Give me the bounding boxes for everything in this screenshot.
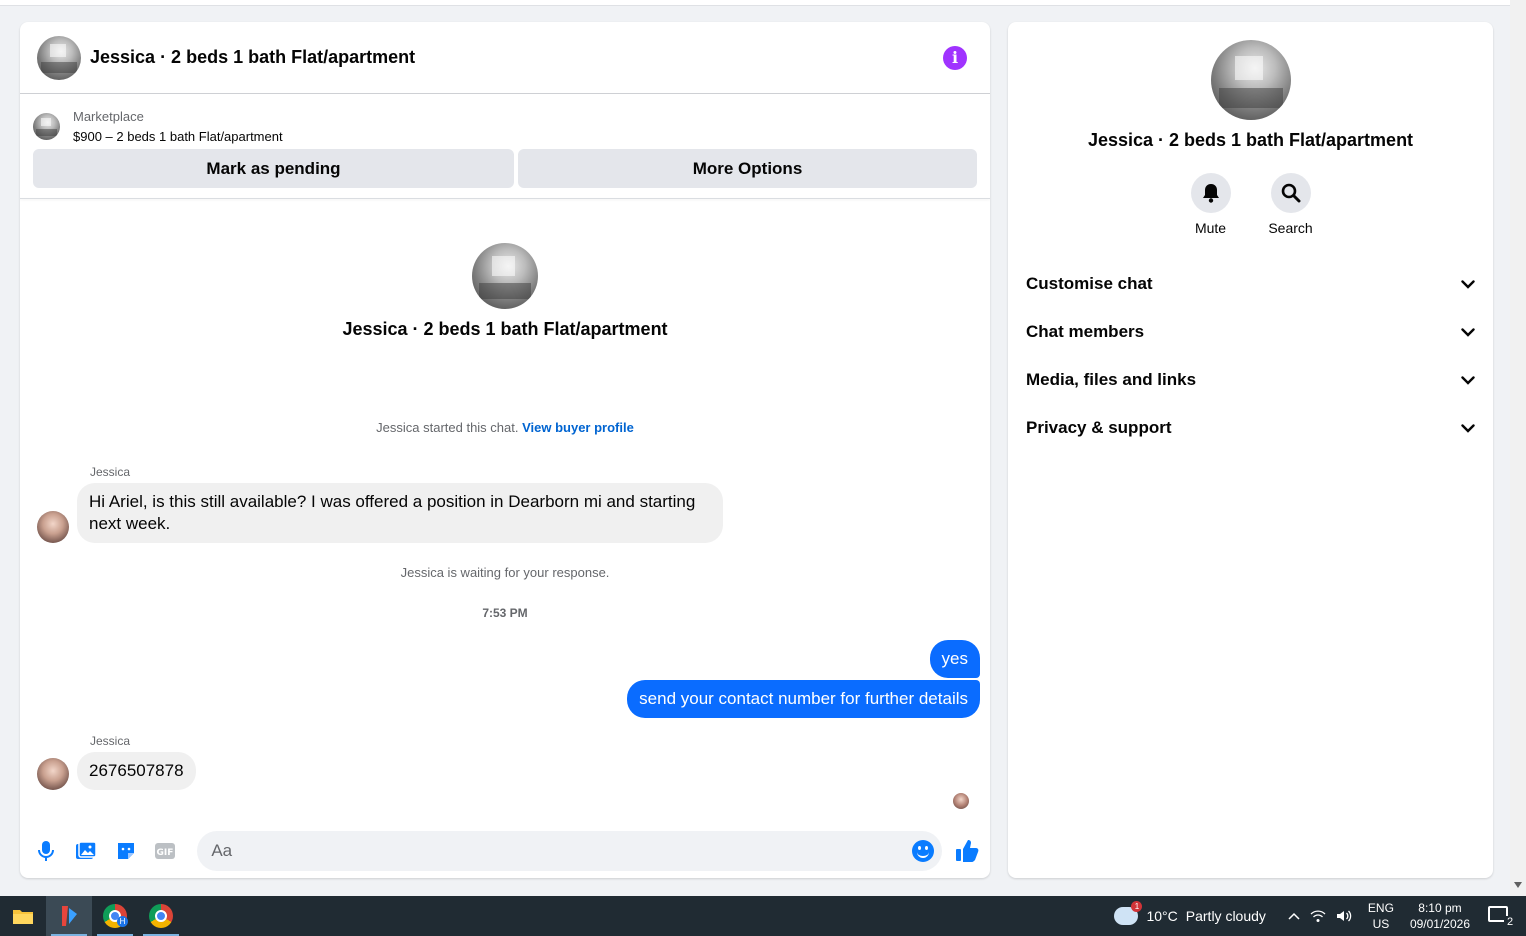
outgoing-message: send your contact number for further det… — [20, 680, 990, 718]
taskbar-app-active[interactable] — [46, 896, 92, 936]
tray-icons — [1288, 909, 1352, 923]
svg-text:GIF: GIF — [157, 848, 174, 858]
sender-avatar[interactable] — [37, 758, 69, 790]
lang-top: ENG — [1367, 901, 1394, 915]
sender-name: Jessica — [90, 734, 131, 748]
message-input[interactable]: Aa — [197, 831, 942, 871]
photo-icon[interactable] — [74, 839, 98, 863]
notification-center-icon[interactable]: 2 — [1488, 906, 1516, 928]
chevron-down-icon — [1461, 327, 1475, 337]
chat-header: Jessica · 2 beds 1 bath Flat/apartment i — [20, 22, 990, 94]
chat-started-notice: Jessica started this chat. View buyer pr… — [20, 420, 990, 435]
marketplace-listing-row[interactable]: Marketplace $900 – 2 beds 1 bath Flat/ap… — [20, 94, 990, 149]
message-composer: GIF Aa — [20, 824, 990, 878]
incoming-message: 2676507878 — [20, 752, 990, 790]
mute-label: Mute — [1194, 220, 1227, 236]
message-bubble-out[interactable]: yes — [929, 640, 980, 678]
search-button[interactable]: Search — [1268, 173, 1313, 236]
section-label: Media, files and links — [1026, 370, 1197, 389]
scroll-down-arrow[interactable] — [1514, 882, 1522, 888]
browser-top-edge — [0, 0, 1510, 6]
section-label: Customise chat — [1026, 274, 1153, 293]
file-explorer-icon[interactable] — [0, 896, 46, 936]
incoming-message: Hi Ariel, is this still available? I was… — [20, 483, 990, 543]
marketplace-label: Marketplace — [73, 109, 144, 124]
listing-thumbnail[interactable] — [33, 113, 60, 140]
view-buyer-profile-link[interactable]: View buyer profile — [522, 420, 634, 435]
mute-button[interactable]: Mute — [1190, 173, 1231, 236]
started-text: Jessica started this chat. — [376, 420, 523, 435]
page-scrollbar[interactable] — [1510, 0, 1526, 896]
chat-title[interactable]: Jessica · 2 beds 1 bath Flat/apartment — [90, 47, 415, 68]
weather-temp: 10°C — [1146, 908, 1178, 924]
bell-icon[interactable] — [1190, 173, 1231, 213]
section-privacy-support[interactable]: Privacy & support — [1008, 404, 1493, 452]
gif-icon[interactable]: GIF — [153, 839, 177, 863]
intro-avatar[interactable] — [472, 243, 538, 309]
weather-text: Partly cloudy — [1185, 908, 1266, 924]
mark-as-pending-button[interactable]: Mark as pending — [33, 149, 514, 188]
message-group-1: Jessica Hi Ariel, is this still availabl… — [20, 465, 990, 543]
weather-cloud-icon: 1 — [1114, 901, 1143, 925]
details-title: Jessica · 2 beds 1 bath Flat/apartment — [1087, 130, 1414, 150]
message-bubble-out[interactable]: send your contact number for further det… — [627, 680, 980, 718]
listing-summary[interactable]: $900 – 2 beds 1 bath Flat/apartment — [73, 129, 283, 144]
details-sections: Customise chat Chat members Media, files… — [1008, 260, 1493, 452]
volume-icon[interactable] — [1336, 909, 1352, 923]
chevron-down-icon — [1461, 423, 1475, 433]
details-avatar[interactable] — [1210, 40, 1291, 120]
message-bubble[interactable]: Hi Ariel, is this still available? I was… — [77, 483, 723, 543]
chevron-up-icon[interactable] — [1288, 912, 1300, 920]
details-actions: Mute Search — [1008, 173, 1493, 236]
seen-avatar — [953, 793, 969, 809]
app-logo-icon — [62, 906, 77, 926]
message-timestamp: 7:53 PM — [482, 606, 528, 620]
outgoing-message: yes — [20, 640, 990, 678]
search-icon[interactable] — [1270, 173, 1311, 213]
chevron-down-icon — [1461, 279, 1475, 289]
section-media-files-links[interactable]: Media, files and links — [1008, 356, 1493, 404]
system-tray: 1 10°C Partly cloudy ENG US 8:10 pm 09/0… — [1114, 896, 1526, 936]
chrome-profile-badge: H — [117, 916, 128, 927]
lang-bottom: US — [1372, 917, 1390, 931]
weather-widget[interactable]: 1 10°C Partly cloudy — [1114, 901, 1266, 925]
more-options-button[interactable]: More Options — [518, 149, 977, 188]
clock-time: 8:10 pm — [1418, 901, 1462, 915]
section-customise-chat[interactable]: Customise chat — [1008, 260, 1493, 308]
chat-panel: Jessica · 2 beds 1 bath Flat/apartment i… — [20, 22, 990, 878]
section-label: Privacy & support — [1026, 418, 1172, 437]
search-label: Search — [1268, 220, 1313, 236]
sender-avatar[interactable] — [37, 511, 69, 543]
waiting-notice: Jessica is waiting for your response. — [400, 565, 610, 580]
clock-date: 09/01/2026 — [1409, 917, 1470, 931]
chrome-profile-h-icon[interactable]: H — [92, 896, 138, 936]
info-icon[interactable]: i — [943, 46, 967, 70]
header-divider — [20, 198, 990, 199]
message-group-2: Jessica 2676507878 — [20, 734, 990, 790]
chevron-down-icon — [1461, 375, 1475, 385]
windows-taskbar: H 1 10°C Partly cloudy ENG US 8:10 pm 09… — [0, 896, 1526, 936]
emoji-icon[interactable] — [912, 840, 934, 862]
section-chat-members[interactable]: Chat members — [1008, 308, 1493, 356]
notification-count: 2 — [1504, 916, 1516, 928]
message-bubble[interactable]: 2676507878 — [77, 752, 196, 790]
intro-title: Jessica · 2 beds 1 bath Flat/apartment — [342, 319, 668, 339]
sender-name: Jessica — [90, 465, 131, 479]
listing-avatar[interactable] — [37, 35, 81, 80]
chat-intro: Jessica · 2 beds 1 bath Flat/apartment — [20, 243, 990, 340]
microphone-icon[interactable] — [34, 839, 58, 863]
language-indicator[interactable]: ENG US — [1368, 900, 1394, 932]
section-label: Chat members — [1026, 322, 1145, 341]
conversation-details-panel: Jessica · 2 beds 1 bath Flat/apartment M… — [1008, 22, 1493, 878]
message-placeholder: Aa — [211, 841, 233, 860]
chrome-icon[interactable] — [138, 896, 184, 936]
network-icon[interactable] — [1310, 909, 1326, 923]
sticker-icon[interactable] — [114, 839, 138, 863]
weather-badge: 1 — [1131, 901, 1143, 912]
listing-actions: Mark as pending More Options — [20, 149, 990, 188]
thumbs-up-icon[interactable] — [954, 838, 980, 864]
clock[interactable]: 8:10 pm 09/01/2026 — [1410, 900, 1470, 932]
